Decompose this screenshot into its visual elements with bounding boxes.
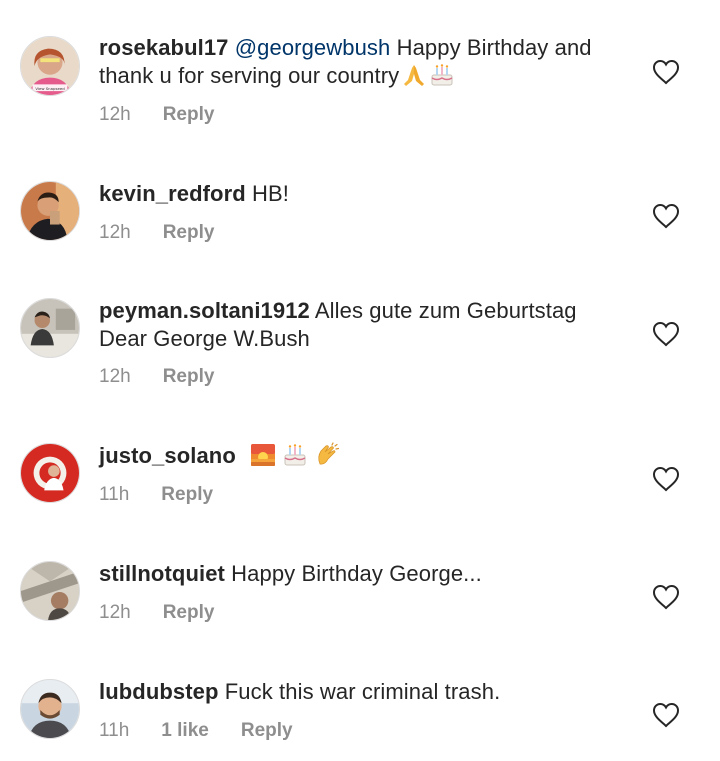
heart-outline-icon[interactable] (652, 584, 680, 610)
comment-time: 12h (99, 366, 131, 387)
reply-button[interactable]: Reply (163, 602, 215, 623)
reply-button[interactable]: Reply (163, 104, 215, 125)
comment-time: 12h (99, 602, 131, 623)
comment-meta: 11h Reply (99, 484, 213, 506)
comment-text: peyman.soltani1912 Alles gute zum Geburt… (99, 297, 619, 353)
comment-username[interactable]: stillnotquiet (99, 561, 225, 586)
comment-text: rosekabul17 @georgewbush Happy Birthday … (99, 34, 619, 90)
comment-text: lubdubstep Fuck this war criminal trash. (99, 678, 619, 706)
comment-body: HB! (252, 181, 289, 206)
avatar-badge: View Snapseed (35, 86, 65, 91)
birthday-cake-emoji (282, 442, 308, 468)
reply-button[interactable]: Reply (163, 222, 215, 243)
avatar[interactable] (20, 679, 80, 739)
clapping-hands-emoji (314, 442, 340, 468)
comment-username[interactable]: lubdubstep (99, 679, 219, 704)
comment-body: Happy Birthday George... (231, 561, 482, 586)
comment-username[interactable]: rosekabul17 (99, 35, 229, 60)
heart-outline-icon[interactable] (652, 321, 680, 347)
comment-body: Fuck this war criminal trash. (224, 679, 501, 704)
avatar[interactable] (20, 298, 80, 358)
comment-meta: 12h Reply (99, 602, 214, 624)
heart-outline-icon[interactable] (652, 702, 680, 728)
avatar[interactable] (20, 561, 80, 621)
comment-meta: 11h 1 like Reply (99, 720, 293, 742)
avatar[interactable] (20, 443, 80, 503)
comment-meta: 12h Reply (99, 104, 214, 126)
reply-button[interactable]: Reply (241, 720, 293, 741)
reply-button[interactable]: Reply (163, 366, 215, 387)
comment-mention[interactable]: @georgewbush (235, 35, 391, 60)
avatar[interactable]: View Snapseed (20, 36, 80, 96)
comment-text: justo_solano (99, 442, 619, 470)
comment-username[interactable]: peyman.soltani1912 (99, 298, 310, 323)
comment-time: 11h (99, 484, 130, 505)
avatar[interactable] (20, 181, 80, 241)
likes-count-link[interactable]: 1 like (161, 720, 209, 741)
comment-username[interactable]: justo_solano (99, 443, 236, 468)
comment-text: stillnotquiet Happy Birthday George... (99, 560, 619, 588)
heart-outline-icon[interactable] (652, 203, 680, 229)
comment-time: 12h (99, 222, 131, 243)
comment-username[interactable]: kevin_redford (99, 181, 246, 206)
comment-time: 12h (99, 104, 131, 125)
comment-time: 11h (99, 720, 130, 741)
folded-hands-emoji (401, 62, 427, 88)
heart-outline-icon[interactable] (652, 59, 680, 85)
birthday-cake-emoji (429, 62, 455, 88)
comment-text: kevin_redford HB! (99, 180, 619, 208)
comment-meta: 12h Reply (99, 366, 214, 388)
comment-meta: 12h Reply (99, 222, 214, 244)
sunrise-emoji (250, 442, 276, 468)
reply-button[interactable]: Reply (161, 484, 213, 505)
heart-outline-icon[interactable] (652, 466, 680, 492)
